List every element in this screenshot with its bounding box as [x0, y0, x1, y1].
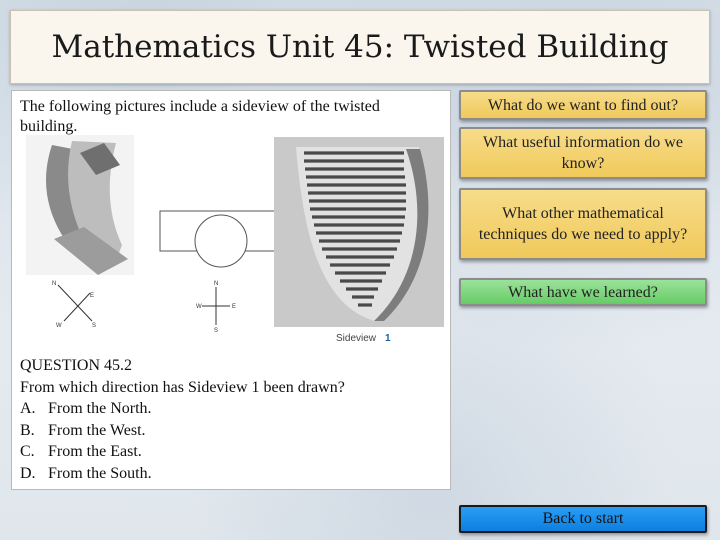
find-out-button[interactable]: What do we want to find out?	[459, 90, 707, 120]
option-letter: C.	[20, 443, 35, 460]
sideview-image	[274, 137, 458, 327]
content-panel: The following pictures include a sidevie…	[11, 90, 458, 490]
question-prompt: From which direction has Sideview 1 been…	[20, 378, 345, 396]
intro-text: The following pictures include a sidevie…	[20, 98, 380, 135]
back-to-start-button[interactable]: Back to start	[459, 505, 707, 533]
compass-b-s: S	[214, 328, 218, 334]
question-block: QUESTION 45.2 From which direction has S…	[20, 355, 444, 484]
compass-a-n: N	[52, 281, 56, 287]
option-text: From the South.	[48, 464, 152, 482]
sideview-caption-number: 1	[385, 333, 391, 344]
plan-view	[159, 210, 283, 268]
page-title: Mathematics Unit 45: Twisted Building	[51, 29, 669, 65]
question-heading: QUESTION 45.2	[20, 357, 132, 374]
option-b: B. From the West.	[20, 420, 444, 442]
building-figure: N E S W N E S W Sideview 1	[26, 135, 458, 345]
option-a: A. From the North.	[20, 398, 444, 420]
option-letter: B.	[20, 421, 35, 439]
sideview-caption: Sideview	[336, 333, 377, 344]
option-text: From the North.	[48, 400, 152, 417]
compass-a-s: S	[92, 323, 96, 329]
twisted-building-image	[26, 135, 134, 275]
figure-area: N E S W N E S W Sideview 1	[24, 135, 458, 345]
techniques-button[interactable]: What other mathematical techniques do we…	[459, 188, 707, 260]
compass-a-e: E	[90, 293, 94, 299]
option-c: C. From the East.	[20, 441, 444, 463]
useful-info-button[interactable]: What useful information do we know?	[459, 127, 707, 179]
compass-b: N E S W	[196, 281, 236, 334]
title-bar: Mathematics Unit 45: Twisted Building	[10, 10, 710, 84]
compass-b-n: N	[214, 281, 218, 287]
compass-a: N E S W	[52, 281, 96, 329]
compass-b-e: E	[232, 304, 236, 310]
learned-button[interactable]: What have we learned?	[459, 278, 707, 306]
option-d: D. From the South.	[20, 463, 444, 485]
compass-b-w: W	[196, 304, 202, 310]
option-letter: A.	[20, 400, 36, 417]
option-text: From the East.	[48, 443, 142, 460]
option-text: From the West.	[48, 421, 146, 439]
option-letter: D.	[20, 464, 36, 482]
compass-a-w: W	[56, 323, 62, 329]
